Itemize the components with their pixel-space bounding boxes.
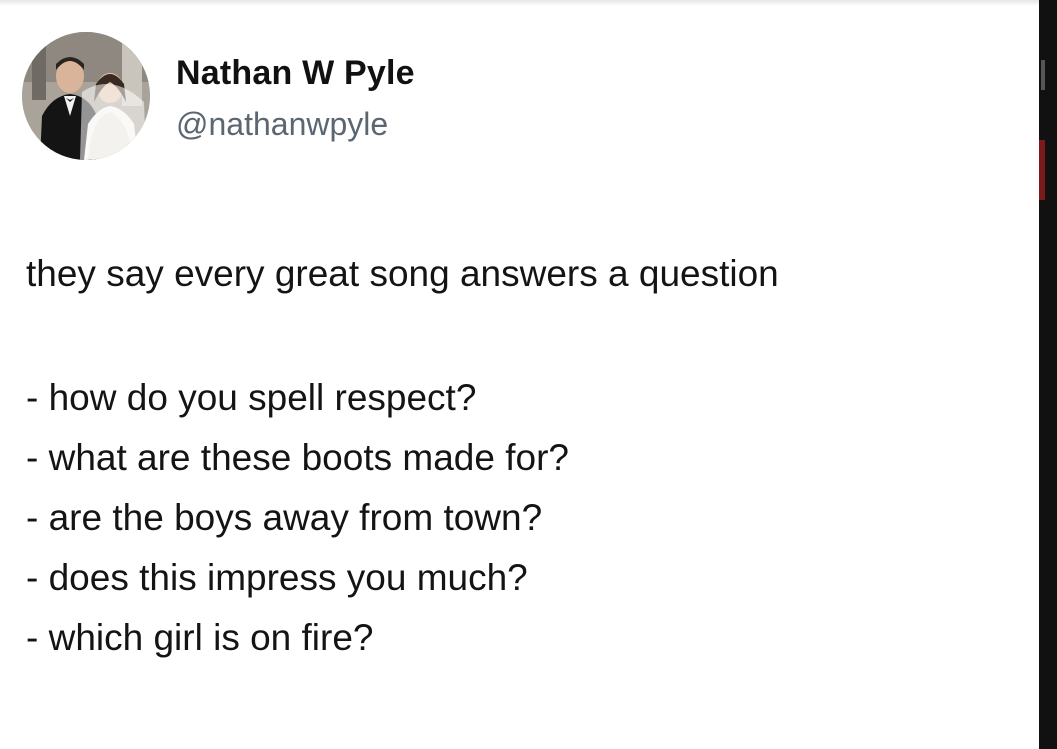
tweet-card: Nathan W Pyle @nathanwpyle they say ever… bbox=[0, 0, 1039, 749]
author-display-name[interactable]: Nathan W Pyle bbox=[176, 54, 415, 93]
tweet-question-line: - what are these boots made for? bbox=[26, 437, 569, 478]
screen-edge bbox=[1039, 0, 1057, 749]
tweet-question-line: - does this impress you much? bbox=[26, 557, 528, 598]
tweet-question-line: - which girl is on fire? bbox=[26, 617, 374, 658]
tweet-question-line: - are the boys away from town? bbox=[26, 497, 543, 538]
edge-marker bbox=[1041, 60, 1045, 90]
author-handle[interactable]: @nathanwpyle bbox=[176, 106, 388, 143]
author-avatar[interactable] bbox=[22, 32, 150, 160]
tweet-intro: they say every great song answers a ques… bbox=[26, 253, 779, 294]
tweet-body: they say every great song answers a ques… bbox=[26, 244, 1016, 668]
wedding-photo-avatar-icon bbox=[22, 32, 150, 160]
edge-accent bbox=[1039, 140, 1045, 200]
tweet-question-line: - how do you spell respect? bbox=[26, 377, 477, 418]
